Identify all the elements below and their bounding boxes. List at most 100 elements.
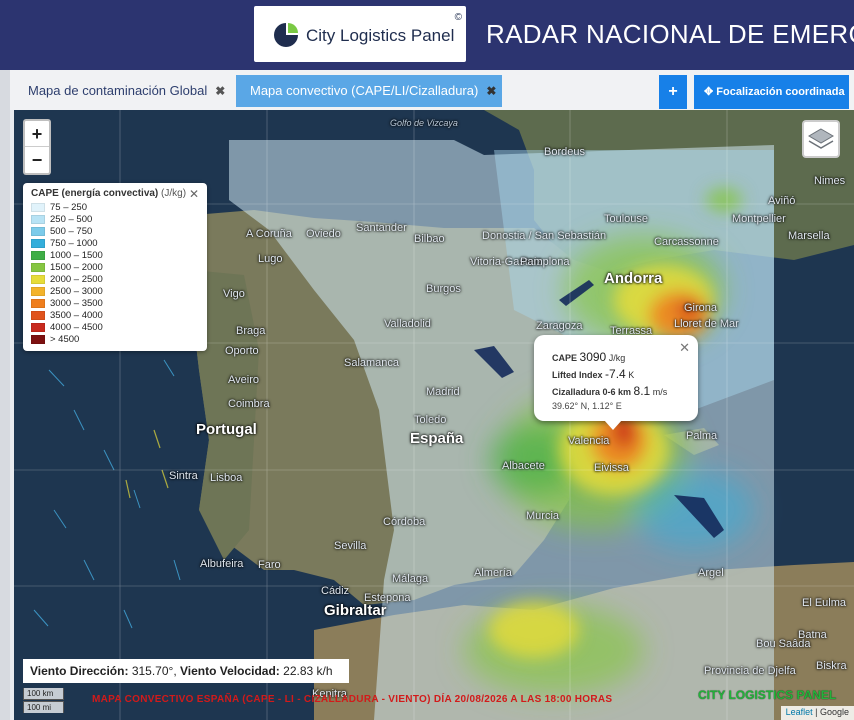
copyright-mark: ©: [454, 12, 462, 23]
place-label: Andorra: [604, 270, 663, 287]
legend-item: 500 – 750: [31, 226, 199, 238]
place-label: Lugo: [258, 253, 283, 265]
place-label: Valencia: [568, 435, 610, 447]
place-label: Burgos: [426, 283, 461, 295]
place-label: Girona: [684, 302, 718, 314]
place-label: Montpellier: [732, 213, 786, 225]
scale-mi: 100 mi: [23, 701, 64, 713]
zoom-in-button[interactable]: +: [25, 121, 49, 147]
place-label: Córdoba: [383, 516, 426, 528]
legend-label: 500 – 750: [50, 226, 93, 237]
legend-swatch: [31, 226, 45, 236]
place-label: Almería: [474, 567, 512, 579]
legend-item: 2000 – 2500: [31, 274, 199, 286]
tab-convectivo[interactable]: Mapa convectivo (CAPE/LI/Cizalladura) ✖: [236, 75, 502, 107]
popup-li: Lifted Index -7.4 K: [552, 367, 635, 381]
place-label: Eivissa: [594, 462, 629, 474]
layers-icon: [808, 128, 834, 149]
place-label: Oporto: [225, 345, 259, 357]
focus-coordinated-button[interactable]: ✥ Focalización coordinada: [694, 75, 849, 109]
map-canvas[interactable]: Golfo de Vizcaya Bordeus Toulouse Montpelli…: [14, 110, 854, 720]
legend-item: 250 – 500: [31, 214, 199, 226]
legend-swatch: [31, 214, 45, 224]
left-scrollbar[interactable]: [0, 70, 10, 720]
legend-swatch: [31, 202, 45, 212]
place-label: Valladolid: [384, 318, 431, 330]
place-label: Braga: [236, 325, 266, 337]
place-label: Salamanca: [344, 357, 400, 369]
legend-label: 2000 – 2500: [50, 274, 103, 285]
place-label: Pamplona: [520, 256, 570, 268]
place-label: Bilbao: [414, 233, 445, 245]
legend-swatch: [31, 298, 45, 308]
legend-swatch: [31, 250, 45, 260]
app-header: City Logistics Panel © RADAR NACIONAL DE…: [0, 0, 854, 70]
place-label: Santander: [356, 222, 407, 234]
legend-item: 750 – 1000: [31, 238, 199, 250]
place-label: Vigo: [223, 288, 245, 300]
crosshair-icon: ✥: [704, 86, 717, 98]
wind-speed-value: 22.83 k/h: [283, 664, 333, 678]
place-label: Argel: [698, 567, 724, 579]
place-label: El Eulma: [802, 597, 847, 609]
legend-item: 75 – 250: [31, 202, 199, 214]
legend-item: 2500 – 3000: [31, 286, 199, 298]
popup-cape: CAPE 3090 J/kg: [552, 350, 626, 364]
legend-label: 4000 – 4500: [50, 322, 103, 333]
legend-swatch: [31, 238, 45, 248]
place-label: Golfo de Vizcaya: [390, 118, 458, 128]
legend-title: CAPE (energía convectiva) (J/kg): [31, 188, 199, 199]
close-icon[interactable]: ✖: [215, 84, 225, 98]
add-tab-button[interactable]: +: [659, 75, 687, 109]
scale-km: 100 km: [23, 688, 64, 700]
tab-contaminacion[interactable]: Mapa de contaminación Global ✖: [14, 75, 228, 107]
legend-label: 250 – 500: [50, 214, 93, 225]
wind-dir-label: Viento Dirección:: [30, 664, 129, 678]
place-label: Gibraltar: [324, 602, 387, 619]
popup-close-icon[interactable]: ✕: [679, 340, 690, 356]
place-label: Sevilla: [334, 540, 367, 552]
legend-close-icon[interactable]: ✕: [189, 187, 199, 201]
layers-button[interactable]: [802, 120, 840, 158]
place-label: Coimbra: [228, 398, 270, 410]
place-label: Madrid: [426, 386, 460, 398]
watermark: CITY LOGISTICS PANEL: [698, 688, 837, 702]
legend-item: 1000 – 1500: [31, 250, 199, 262]
legend-list: 75 – 250 250 – 500 500 – 750 750 – 1000 1000…: [31, 202, 199, 346]
place-label: Portugal: [196, 421, 257, 438]
zoom-out-button[interactable]: −: [25, 147, 49, 173]
close-icon[interactable]: ✖: [486, 84, 496, 98]
legend-swatch: [31, 334, 45, 344]
place-label: Bordeus: [544, 146, 585, 158]
place-label: Batna: [798, 629, 827, 641]
legend-item: 3000 – 3500: [31, 298, 199, 310]
legend-swatch: [31, 262, 45, 272]
point-popup: ✕ CAPE 3090 J/kg Lifted Index -7.4 K Ciz…: [534, 335, 698, 421]
place-label: España: [410, 430, 464, 447]
logo-mark-icon: [274, 23, 298, 47]
place-label: A Coruña: [246, 228, 292, 240]
legend-label: 2500 – 3000: [50, 286, 103, 297]
place-label: Aviñó: [768, 195, 796, 207]
legend-item: 4000 – 4500: [31, 322, 199, 334]
map-caption: MAPA CONVECTIVO ESPAÑA (CAPE - LI - CIZA…: [92, 694, 613, 705]
page-title: RADAR NACIONAL DE EMERGE: [486, 19, 854, 49]
wind-dir-value: 315.70°,: [131, 664, 177, 678]
legend-swatch: [31, 274, 45, 284]
legend-label: 3000 – 3500: [50, 298, 103, 309]
legend-title-text: CAPE (energía convectiva): [31, 188, 159, 199]
legend-label: 750 – 1000: [50, 238, 98, 249]
logo-text: City Logistics Panel: [306, 26, 455, 45]
map-attribution: Leaflet | Google: [780, 706, 854, 720]
place-label: Provincia de Djelfa: [704, 665, 796, 677]
google-link[interactable]: Google: [820, 707, 849, 717]
legend-item: 3500 – 4000: [31, 310, 199, 322]
cape-legend: CAPE (energía convectiva) (J/kg) ✕ 75 – …: [23, 183, 207, 351]
place-label: Toledo: [414, 414, 447, 426]
legend-swatch: [31, 286, 45, 296]
legend-label: 1000 – 1500: [50, 250, 103, 261]
place-label: Marsella: [788, 230, 830, 242]
zoom-control: + −: [23, 119, 51, 175]
leaflet-link[interactable]: Leaflet: [786, 707, 813, 717]
place-label: Málaga: [392, 573, 429, 585]
